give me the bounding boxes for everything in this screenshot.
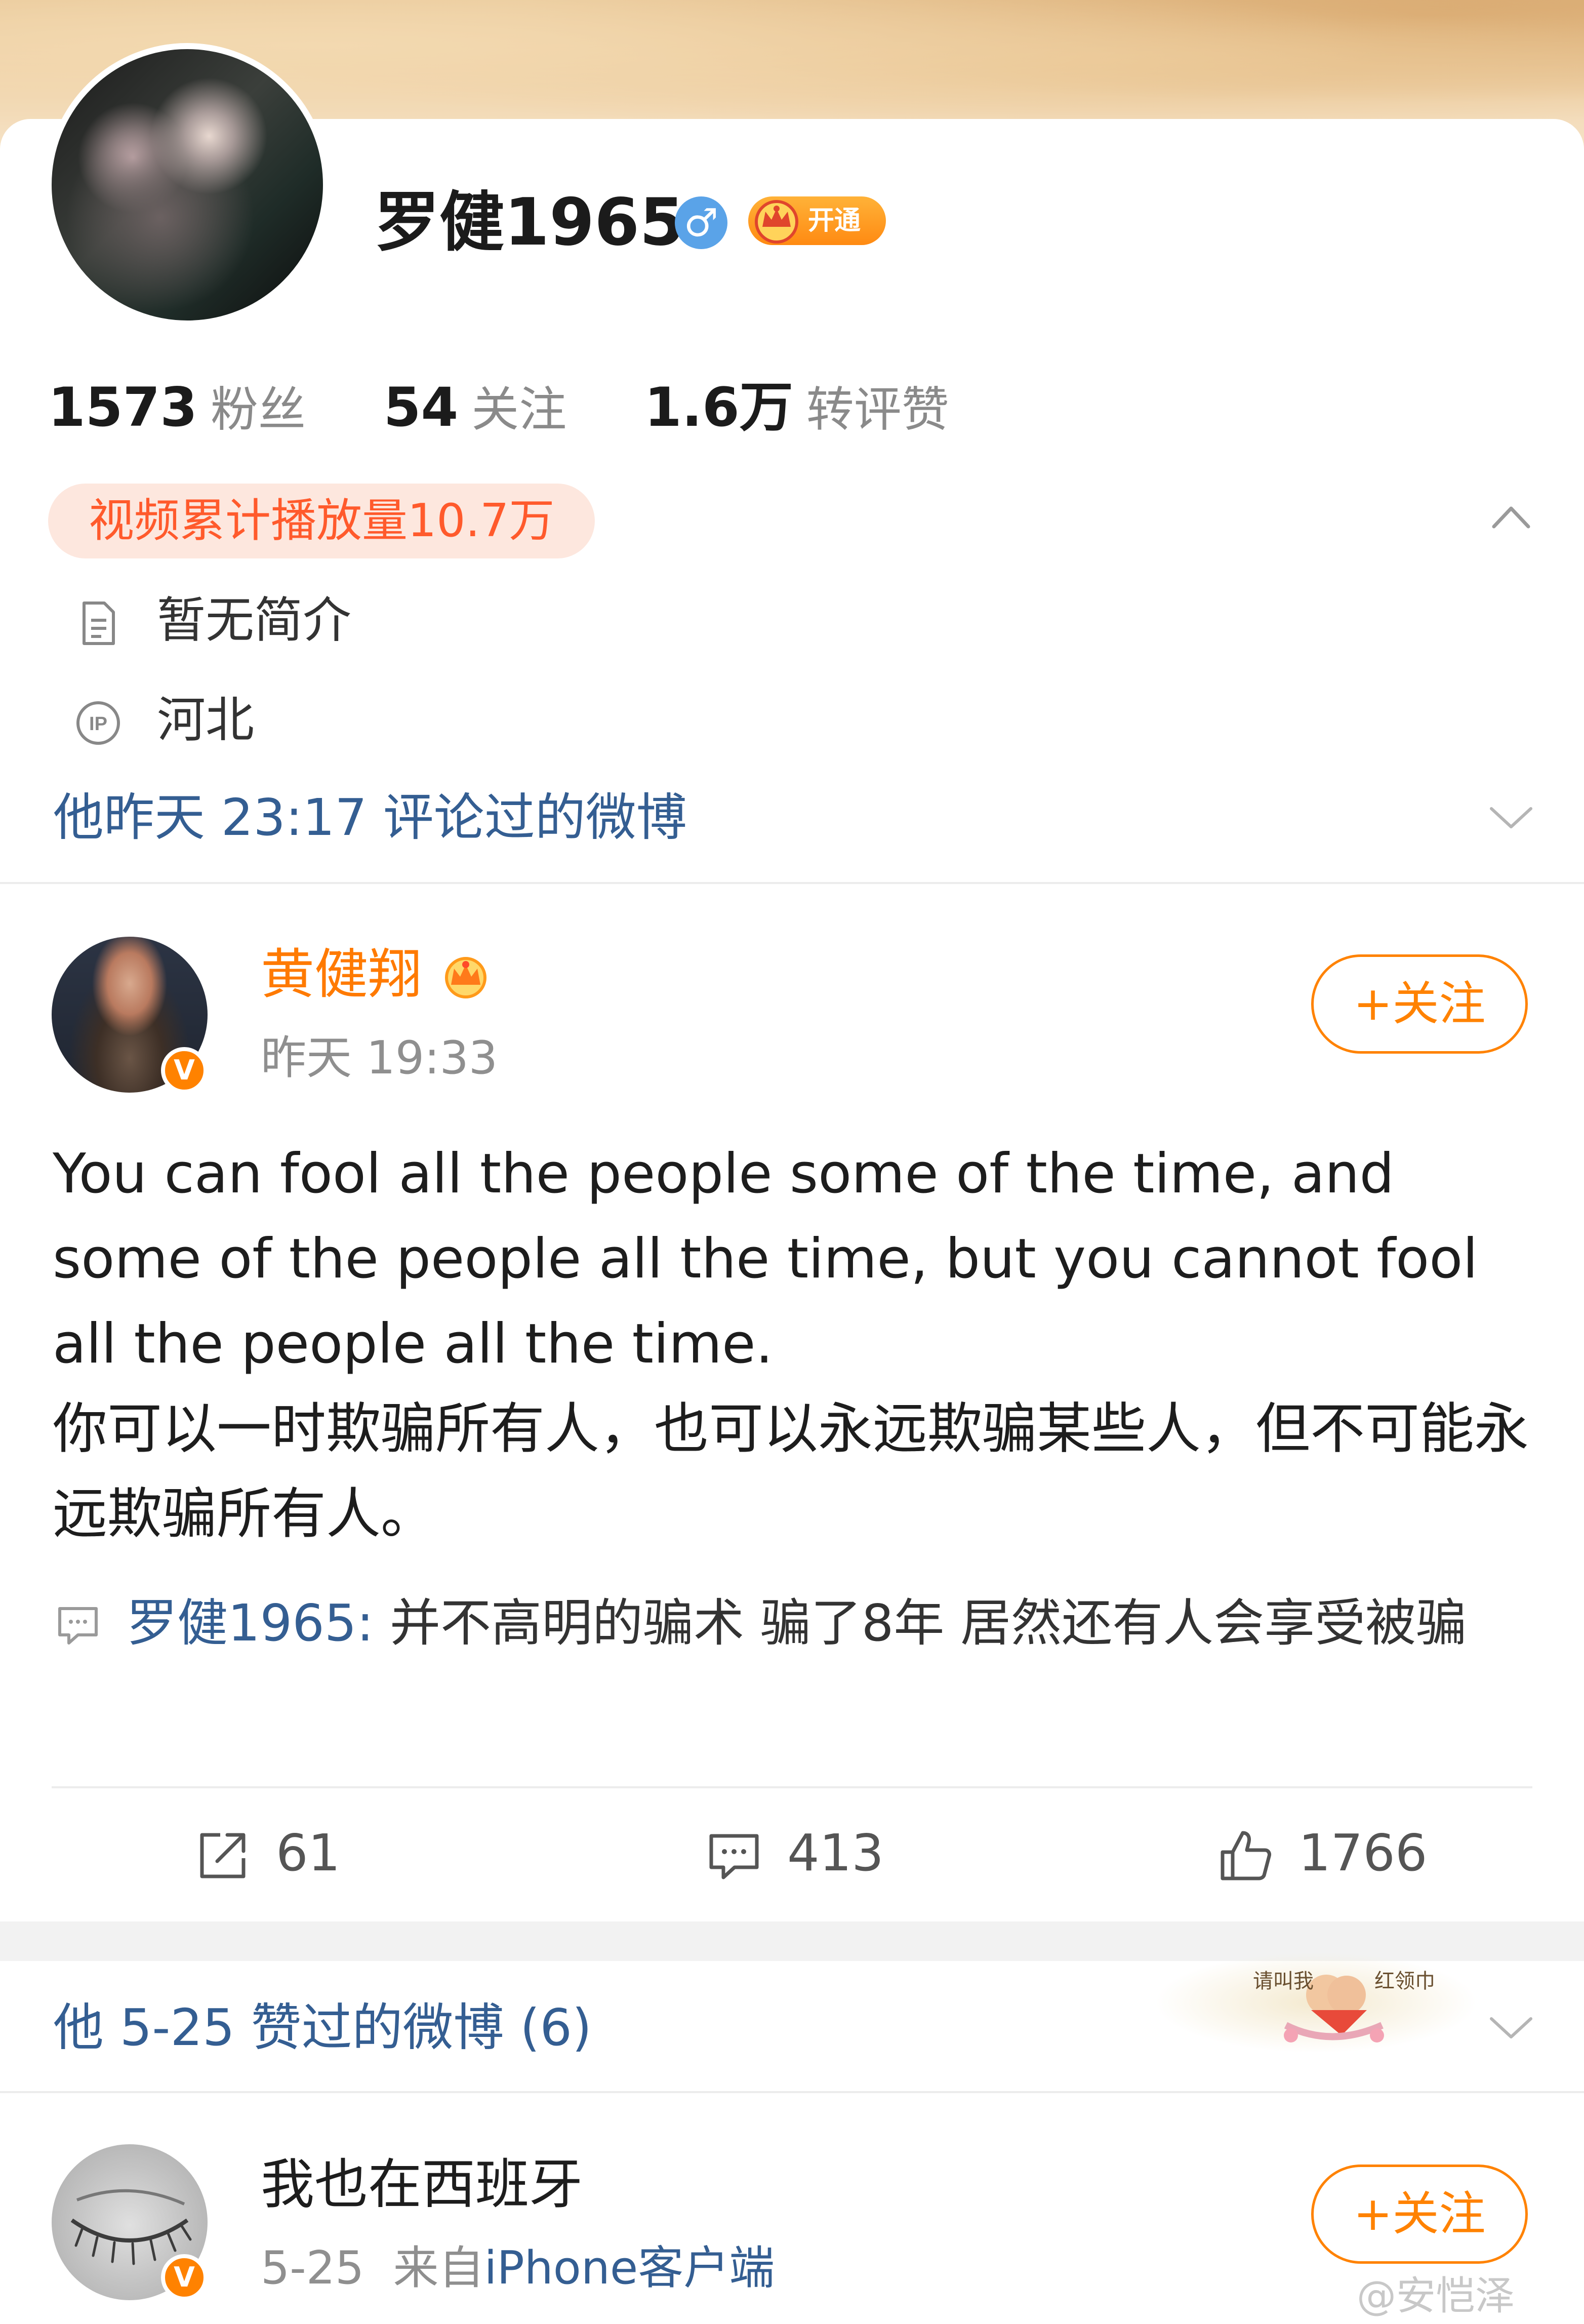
like-count: 1766 (1298, 1823, 1428, 1882)
post2-meta: 5-25 来自iPhone客户端 (261, 2235, 775, 2301)
comment-text: 并不高明的骗术 骗了8年 居然还有人会享受被骗 (374, 1593, 1467, 1653)
stat-fans[interactable]: 1573 粉丝 (48, 370, 306, 448)
repost-count: 61 (276, 1823, 341, 1882)
post2-source[interactable]: iPhone客户端 (484, 2241, 775, 2295)
follow-button[interactable]: +关注 (1311, 954, 1528, 1054)
vip-crown-icon (445, 957, 486, 998)
repost-icon (200, 1833, 246, 1878)
divider (52, 1786, 1532, 1788)
comment-icon (709, 1834, 759, 1879)
ip-location-text: 河北 (157, 692, 254, 748)
post-text-chinese: 你可以一时欺骗所有人，也可以永远欺骗某些人，但不可能永远欺骗所有人。 (53, 1397, 1529, 1546)
chevron-down-icon[interactable] (1488, 2013, 1534, 2043)
post2-author-name[interactable]: 我也在西班牙 (261, 2149, 583, 2220)
thumbs-up-icon (1221, 1831, 1271, 1880)
follow-button[interactable]: +关注 (1311, 2165, 1528, 2264)
video-plays-badge[interactable]: 视频累计播放量10.7万 (48, 484, 595, 558)
comment-count: 413 (787, 1823, 884, 1882)
liked-section-title[interactable]: 他 5-25 赞过的微博 (6) (53, 1992, 592, 2063)
verified-v-icon: V (161, 1047, 208, 1094)
post2-date: 5-25 (261, 2241, 364, 2295)
vip-label: 开通 (808, 206, 861, 236)
vip-open-button[interactable]: 开通 (748, 196, 886, 245)
repost-button[interactable]: 61 (195, 1813, 397, 1894)
divider (0, 882, 1584, 884)
stat-interactions[interactable]: 1.6万 转评赞 (644, 370, 949, 448)
watermark: @安恺泽 (1357, 2273, 1515, 2319)
sticker-text-left: 请叫我 (1253, 1970, 1314, 1993)
comment-icon (58, 1607, 98, 1645)
crown-icon (755, 200, 798, 244)
post-author-name[interactable]: 黄健翔 (261, 939, 422, 1010)
male-gender-icon: ♂ (675, 196, 727, 249)
commented-section-title[interactable]: 他昨天 23:17 评论过的微博 (53, 782, 687, 853)
bio-text: 暂无简介 (157, 592, 351, 649)
featured-comment[interactable]: 罗健1965: 并不高明的骗术 骗了8年 居然还有人会享受被骗 (127, 1584, 1534, 1663)
like-button[interactable]: 1766 (1217, 1813, 1445, 1894)
ip-location-icon: IP (76, 701, 120, 745)
sticker-text-right: 红领巾 (1374, 1970, 1435, 1993)
divider (0, 2091, 1584, 2093)
post-time: 昨天 19:33 (261, 1031, 498, 1085)
chevron-down-icon[interactable] (1488, 803, 1534, 833)
post-body[interactable]: You can fool all the people some of the … (53, 1132, 1531, 1557)
verified-v-icon: V (161, 2254, 208, 2301)
profile-avatar[interactable] (46, 43, 329, 327)
post2-from-label: 来自 (393, 2241, 484, 2295)
comment-user[interactable]: 罗健1965: (127, 1593, 374, 1653)
document-icon (83, 602, 115, 645)
profile-stats: 1573 粉丝 54 关注 1.6万 转评赞 (48, 370, 1010, 446)
stat-following[interactable]: 54 关注 (384, 370, 567, 448)
chevron-up-icon[interactable] (1491, 501, 1531, 532)
svg-text:IP: IP (89, 713, 107, 735)
post-text-english: You can fool all the people some of the … (53, 1142, 1478, 1376)
comment-button[interactable]: 413 (706, 1813, 909, 1894)
profile-name: 罗健1965 (375, 185, 685, 260)
